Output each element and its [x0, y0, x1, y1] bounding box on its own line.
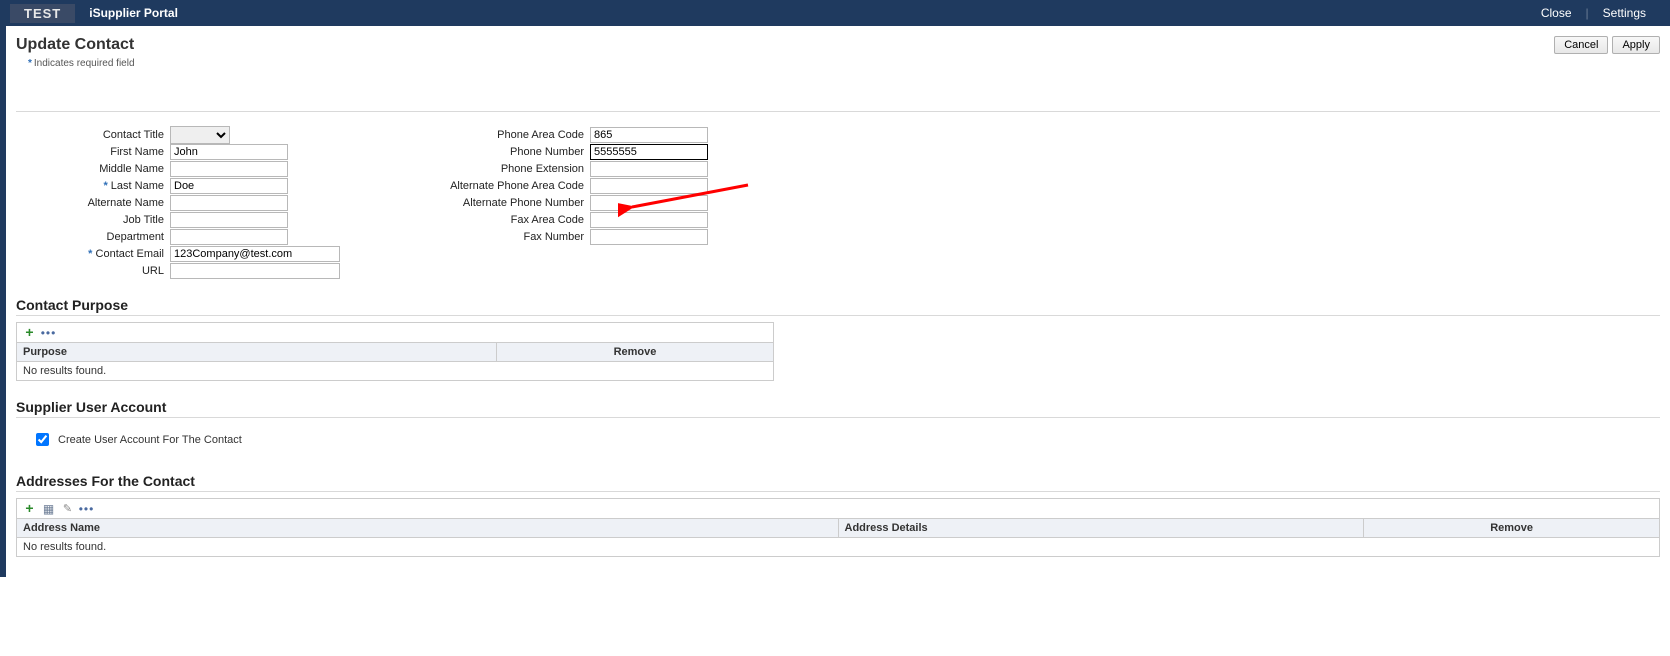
col-remove-header: Remove: [497, 343, 774, 362]
alt-phone-number-label: Alternate Phone Number: [400, 197, 590, 209]
addresses-title: Addresses For the Contact: [16, 473, 1660, 489]
contact-purpose-toolbar: + •••: [16, 322, 774, 342]
apply-button[interactable]: Apply: [1612, 36, 1660, 54]
fax-number-input[interactable]: [590, 229, 708, 245]
first-name-label: First Name: [32, 146, 170, 158]
phone-extension-label: Phone Extension: [400, 163, 590, 175]
last-name-input[interactable]: [170, 178, 288, 194]
contact-email-label: * Contact Email: [32, 248, 170, 260]
portal-title: iSupplier Portal: [89, 6, 178, 20]
fax-area-code-label: Fax Area Code: [400, 214, 590, 226]
create-user-account-checkbox[interactable]: [36, 433, 49, 446]
middle-name-label: Middle Name: [32, 163, 170, 175]
add-row-icon[interactable]: +: [23, 502, 36, 515]
more-actions-icon[interactable]: •••: [80, 502, 93, 515]
fax-area-code-input[interactable]: [590, 212, 708, 228]
middle-name-input[interactable]: [170, 161, 288, 177]
job-title-input[interactable]: [170, 212, 288, 228]
required-field-note: *Indicates required field: [16, 56, 1660, 79]
last-name-label: * Last Name: [32, 180, 170, 192]
phone-number-label: Phone Number: [400, 146, 590, 158]
alt-phone-area-code-input[interactable]: [590, 178, 708, 194]
contact-purpose-title: Contact Purpose: [16, 297, 1660, 313]
create-user-account-label: Create User Account For The Contact: [58, 434, 242, 446]
logo: TEST: [10, 4, 75, 23]
more-actions-icon[interactable]: •••: [42, 326, 55, 339]
first-name-input[interactable]: [170, 144, 288, 160]
alt-phone-number-input[interactable]: [590, 195, 708, 211]
url-input[interactable]: [170, 263, 340, 279]
addresses-table: Address Name Address Details Remove No r…: [16, 518, 1660, 557]
col-address-details-header: Address Details: [838, 519, 1364, 538]
department-label: Department: [32, 231, 170, 243]
app-bar: TEST iSupplier Portal Close | Settings: [0, 0, 1670, 26]
job-title-label: Job Title: [32, 214, 170, 226]
url-label: URL: [32, 265, 170, 277]
close-link[interactable]: Close: [1527, 6, 1586, 20]
phone-area-code-label: Phone Area Code: [400, 129, 590, 141]
col-address-remove-header: Remove: [1364, 519, 1660, 538]
phone-number-input[interactable]: [590, 144, 708, 160]
phone-extension-input[interactable]: [590, 161, 708, 177]
grid-action-icon[interactable]: ▦: [42, 502, 55, 515]
contact-title-label: Contact Title: [32, 129, 170, 141]
alternate-name-input[interactable]: [170, 195, 288, 211]
contact-title-select[interactable]: [170, 126, 230, 144]
alt-phone-area-code-label: Alternate Phone Area Code: [400, 180, 590, 192]
contact-purpose-empty: No results found.: [17, 362, 774, 381]
addresses-toolbar: + ▦ ✎ •••: [16, 498, 1660, 518]
addresses-empty: No results found.: [17, 538, 1660, 557]
settings-link[interactable]: Settings: [1589, 6, 1660, 20]
contact-purpose-table: Purpose Remove No results found.: [16, 342, 774, 381]
col-purpose-header: Purpose: [17, 343, 497, 362]
col-address-name-header: Address Name: [17, 519, 839, 538]
page-title: Update Contact: [16, 36, 134, 54]
supplier-user-title: Supplier User Account: [16, 399, 1660, 415]
contact-email-input[interactable]: [170, 246, 340, 262]
phone-area-code-input[interactable]: [590, 127, 708, 143]
alternate-name-label: Alternate Name: [32, 197, 170, 209]
cancel-button[interactable]: Cancel: [1554, 36, 1608, 54]
add-row-icon[interactable]: +: [23, 326, 36, 339]
edit-icon[interactable]: ✎: [61, 502, 74, 515]
fax-number-label: Fax Number: [400, 231, 590, 243]
department-input[interactable]: [170, 229, 288, 245]
